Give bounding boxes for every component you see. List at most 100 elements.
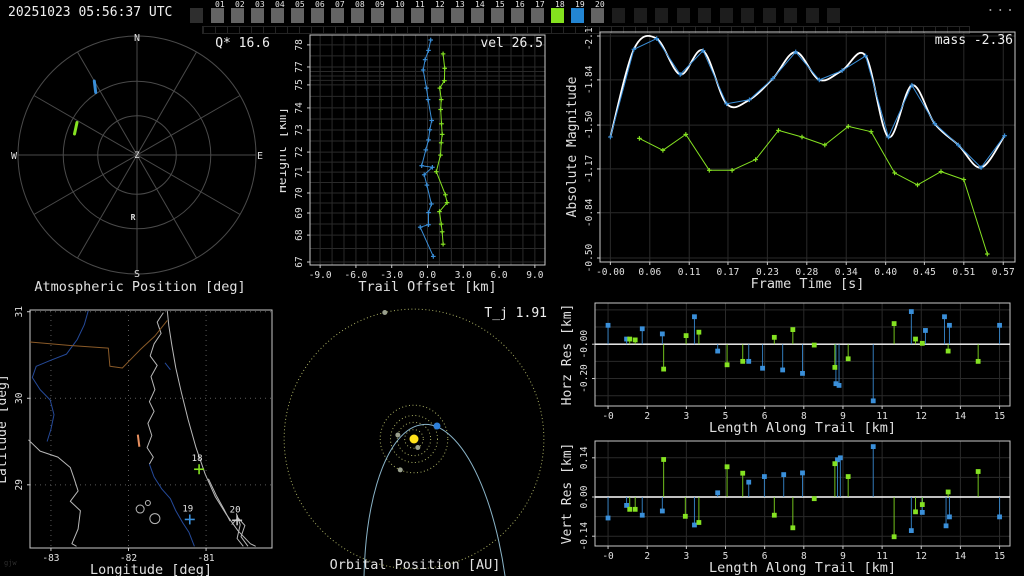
orbital-position-panel: T_j 1.91 Orbital Position [AU] [283,306,547,576]
frame-button-15-square[interactable] [491,8,504,23]
frame-button-02[interactable]: 02 [231,0,251,25]
frame-button-extra-square[interactable] [805,8,819,23]
frame-button-16-square[interactable] [511,8,524,23]
frame-button-extra-square[interactable] [784,8,797,23]
frame-button-14[interactable]: 14 [471,0,491,25]
frame-button-20[interactable]: 20 [591,0,611,25]
frame-button-extra[interactable] [827,0,847,25]
frame-button-16[interactable]: 16 [511,0,531,25]
frame-button-10-square[interactable] [391,8,404,23]
svg-text:-0.14: -0.14 [579,522,590,551]
frame-button-extra-square[interactable] [741,8,754,23]
svg-text:-1.84: -1.84 [584,65,595,94]
frame-button-extra-square[interactable] [827,8,840,23]
frame-button-04[interactable]: 04 [271,0,291,25]
frame-button-07[interactable]: 07 [331,0,351,25]
frame-button-pre-square[interactable] [190,8,203,23]
svg-text:77: 77 [294,61,305,72]
svg-text:W: W [11,151,18,162]
frame-button-pre[interactable] [190,0,210,25]
frame-button-11-label: 11 [415,0,425,9]
svg-text:Absolute Magnitude: Absolute Magnitude [565,76,580,217]
frame-button-03-square[interactable] [251,8,264,23]
frame-button-10[interactable]: 10 [391,0,411,25]
frame-button-06-square[interactable] [311,8,324,23]
svg-text:-0: -0 [602,551,614,562]
svg-text:12: 12 [916,551,927,562]
frame-button-18-square[interactable] [551,8,564,23]
svg-text:-0.20: -0.20 [579,364,590,393]
frame-button-extra[interactable] [633,0,654,25]
svg-text:0.57: 0.57 [992,267,1015,278]
frame-button-13-label: 13 [455,0,465,9]
frame-button-05[interactable]: 05 [291,0,311,25]
svg-text:Vert Res [km]: Vert Res [km] [560,443,575,545]
frame-button-extra[interactable] [784,0,804,25]
frame-button-extra[interactable] [719,0,740,25]
frame-button-extra-square[interactable] [676,8,690,23]
frame-button-03-label: 03 [255,0,265,9]
frame-button-11[interactable]: 11 [411,0,431,25]
frame-button-03[interactable]: 03 [251,0,271,25]
frame-button-extra[interactable] [741,0,761,25]
frame-button-09[interactable]: 09 [371,0,391,25]
frame-button-09-square[interactable] [371,8,384,23]
svg-text:-0.00: -0.00 [579,330,590,359]
frame-button-extra-square[interactable] [719,8,733,23]
frame-button-01[interactable]: 01 [211,0,231,25]
frame-button-20-square[interactable] [591,8,604,23]
frame-button-13[interactable]: 13 [451,0,471,25]
frame-button-18[interactable]: 18 [551,0,571,25]
frame-button-extra[interactable] [612,0,632,25]
frame-button-19-square[interactable] [571,8,584,23]
frame-button-17-square[interactable] [531,8,544,23]
svg-text:-0.00: -0.00 [596,267,625,278]
frame-button-extra-square[interactable] [612,8,625,23]
frame-button-15[interactable]: 15 [491,0,511,25]
frame-button-01-square[interactable] [211,8,224,23]
svg-text:18: 18 [192,454,203,464]
frame-button-extra-square[interactable] [655,8,668,23]
frame-button-02-label: 02 [235,0,245,9]
frame-button-12[interactable]: 12 [431,0,451,25]
frame-button-19[interactable]: 19 [571,0,591,25]
svg-text:19: 19 [182,504,193,514]
frame-button-extra[interactable] [762,0,783,25]
frame-button-06[interactable]: 06 [311,0,331,25]
svg-text:3: 3 [683,551,689,562]
timestamp: 20251023 05:56:37 UTC [8,5,173,20]
vertical-residuals-panel: -0 2 3 5 6 8 9 11 12 14 150.140.00-0.14Length Alon… [560,440,1011,576]
svg-text:Height [km]: Height [km] [280,107,290,193]
overflow-menu-icon[interactable]: ... [987,0,1016,15]
svg-text:74: 74 [294,102,305,114]
svg-text:-1.17: -1.17 [584,155,595,184]
frame-button-07-square[interactable] [331,8,344,23]
frame-button-07-label: 07 [335,0,345,9]
svg-text:3: 3 [683,411,689,422]
frame-button-02-square[interactable] [231,8,244,23]
frame-button-extra-square[interactable] [698,8,711,23]
frame-button-11-square[interactable] [411,8,424,23]
frame-button-08-square[interactable] [351,8,364,23]
frame-button-14-square[interactable] [471,8,484,23]
frame-button-08[interactable]: 08 [351,0,371,25]
frame-button-13-square[interactable] [451,8,464,23]
svg-text:Q* 16.6: Q* 16.6 [215,36,270,51]
frame-button-04-square[interactable] [271,8,284,23]
svg-text:-9.0: -9.0 [309,270,332,281]
frame-button-12-square[interactable] [431,8,444,23]
svg-text:67: 67 [294,256,305,267]
frame-button-extra-square[interactable] [633,8,647,23]
svg-text:R: R [131,213,136,222]
svg-text:0.06: 0.06 [638,267,661,278]
frame-button-extra[interactable] [805,0,826,25]
frame-button-17[interactable]: 17 [531,0,551,25]
frame-button-05-square[interactable] [291,8,304,23]
frame-button-extra[interactable] [676,0,697,25]
frame-button-extra[interactable] [698,0,718,25]
frame-button-extra[interactable] [655,0,675,25]
frame-button-extra-square[interactable] [762,8,776,23]
atmospheric-position-panel: NESW ZRQ* 16.6Atmospheric Position [deg] [11,33,270,295]
svg-text:71: 71 [294,166,305,178]
svg-text:14: 14 [955,551,967,562]
